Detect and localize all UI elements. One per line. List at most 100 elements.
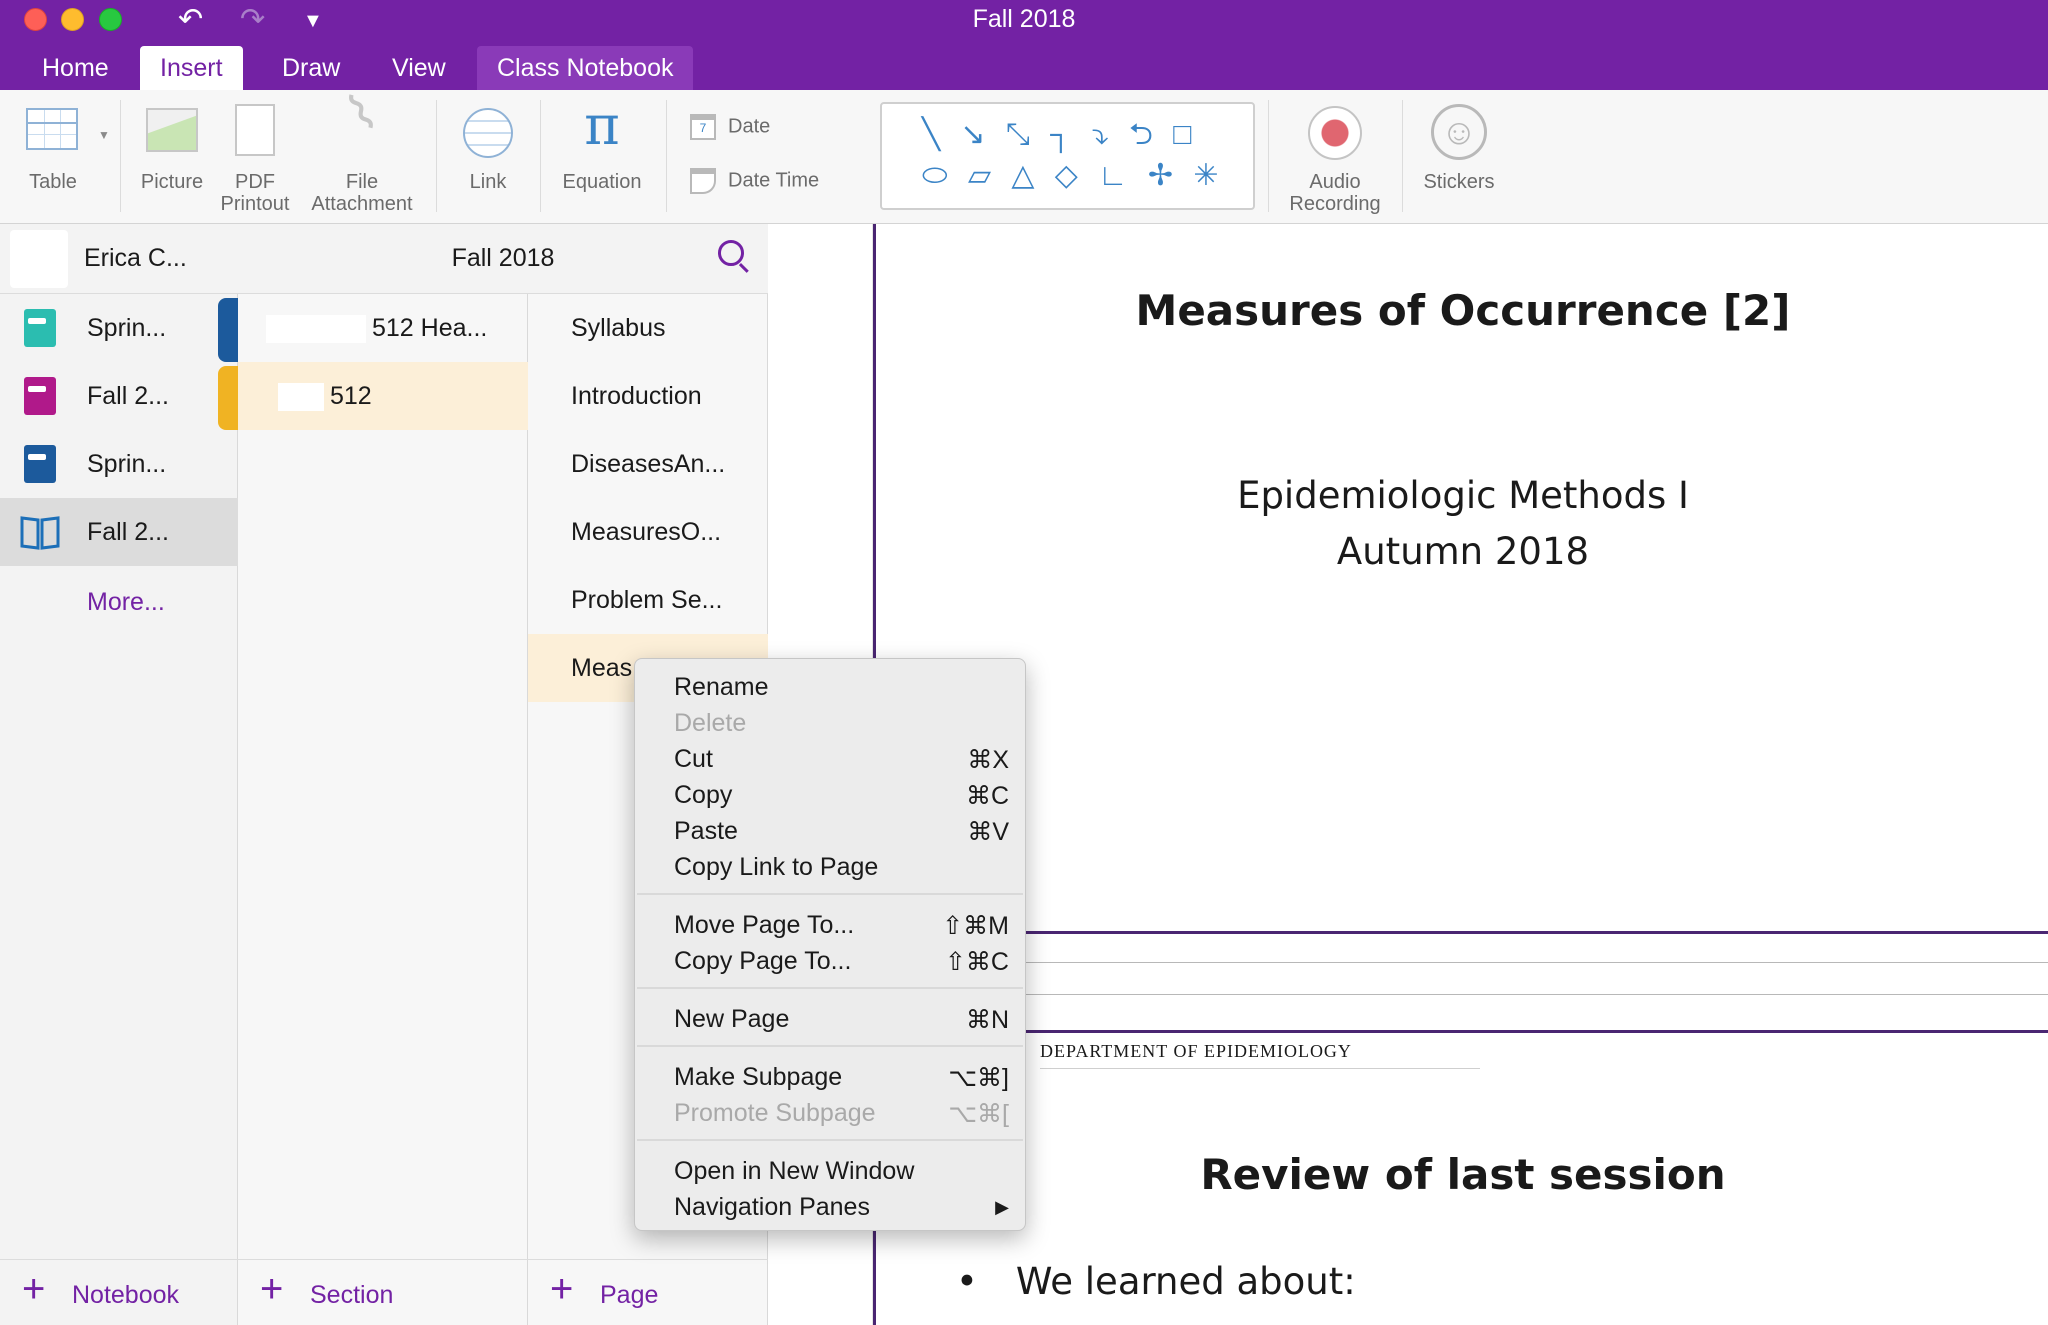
table-icon	[26, 108, 78, 150]
bullet-icon: •	[956, 1260, 978, 1303]
tab-insert[interactable]: Insert	[140, 46, 243, 90]
notebook-item[interactable]: Sprin...	[0, 430, 238, 498]
plus-icon: +	[260, 1267, 284, 1311]
section-label: 512 Hea...	[266, 314, 487, 344]
add-notebook-button[interactable]: + Notebook	[0, 1259, 238, 1325]
insert-date-button[interactable]: 7 Date	[690, 114, 770, 140]
search-icon[interactable]	[718, 240, 744, 266]
insert-picture-button[interactable]: Picture	[132, 90, 212, 224]
department-rule	[1040, 1068, 1480, 1069]
slide-title: Measures of Occurrence [2]	[1135, 286, 1791, 335]
page-label: Syllabus	[571, 314, 666, 342]
menu-item-new-page[interactable]: New Page ⌘N	[635, 1001, 1027, 1037]
title-bar: ↶ ↷ ▼ Fall 2018 Home Insert Draw View Cl…	[0, 0, 2048, 90]
section-item-selected[interactable]: 512	[238, 362, 528, 430]
menu-item-open-new-window[interactable]: Open in New Window	[635, 1153, 1027, 1189]
add-notebook-label: Notebook	[72, 1281, 180, 1309]
page-item[interactable]: Syllabus	[528, 294, 768, 362]
notebook-label: Fall 2...	[87, 518, 169, 546]
more-notebooks-link[interactable]: More...	[87, 588, 165, 617]
bullet-item: • We learned about:	[956, 1260, 1356, 1303]
window-title: Fall 2018	[972, 5, 1076, 33]
menu-separator	[637, 1045, 1023, 1047]
page-item[interactable]: DiseasesAn...	[528, 430, 768, 498]
shapes-row-lines[interactable]: ╲ ↘ ⤡ ┐ ⤵ ⮌ □	[922, 112, 1197, 163]
date-label: Date	[728, 115, 771, 138]
menu-item-delete: Delete	[674, 709, 747, 737]
plus-icon: +	[550, 1267, 574, 1311]
menu-item-make-subpage[interactable]: Make Subpage ⌥⌘]	[635, 1059, 1027, 1095]
menu-item-paste[interactable]: Paste ⌘V	[635, 813, 1027, 849]
equation-label: Equation	[562, 171, 642, 193]
account-switcher[interactable]: Erica C...	[0, 224, 238, 294]
insert-pdf-printout-button[interactable]: PDF Printout	[214, 90, 296, 224]
menu-item-cut[interactable]: Cut ⌘X	[635, 741, 1027, 777]
section-item[interactable]: 512 Hea...	[238, 294, 528, 362]
pdf-icon	[235, 104, 275, 156]
slide-divider	[876, 962, 2048, 963]
stickers-button[interactable]: ☺ Stickers	[1414, 90, 1504, 224]
tab-class-notebook[interactable]: Class Notebook	[477, 46, 694, 90]
notebook-icon	[24, 377, 56, 415]
add-page-label: Page	[600, 1281, 659, 1309]
notebook-icon	[24, 445, 56, 483]
open-notebook-icon	[20, 516, 60, 550]
ribbon-separator	[1402, 100, 1403, 212]
notebook-item[interactable]: Fall 2...	[0, 362, 238, 430]
audio-recording-button[interactable]: Audio Recording	[1280, 90, 1390, 224]
slide-subtitle: Autumn 2018	[1336, 530, 1590, 573]
file-attachment-label: File Attachment	[311, 171, 413, 215]
page-item[interactable]: Introduction	[528, 362, 768, 430]
section-pane: 512 Hea... 512 + Section	[238, 224, 528, 1325]
slide-divider	[876, 994, 2048, 995]
insert-link-button[interactable]: Link	[448, 90, 528, 224]
plus-icon: +	[22, 1267, 46, 1311]
slide-divider	[876, 931, 2048, 934]
menu-item-move-page[interactable]: Move Page To... ⇧⌘M	[635, 907, 1027, 943]
menu-item-copy[interactable]: Copy ⌘C	[635, 777, 1027, 813]
insert-file-attachment-button[interactable]: ⌇ File Attachment	[300, 82, 424, 224]
tab-view[interactable]: View	[372, 46, 466, 90]
notebook-icon	[24, 309, 56, 347]
tab-home[interactable]: Home	[22, 46, 129, 90]
pdf-label: PDF Printout	[220, 171, 290, 215]
add-page-button[interactable]: + Page	[528, 1259, 768, 1325]
bullet-text: We learned about:	[1015, 1260, 1356, 1303]
page-item[interactable]: MeasuresO...	[528, 498, 768, 566]
ribbon: ▼ Table Picture PDF Printout ⌇ File Attach…	[0, 82, 2048, 224]
page-label: DiseasesAn...	[571, 450, 726, 478]
menu-item-rename[interactable]: Rename	[635, 669, 1027, 705]
notebook-label: Sprin...	[87, 314, 167, 342]
picture-icon	[146, 108, 198, 152]
calendar-icon: 7	[690, 114, 716, 140]
tab-draw[interactable]: Draw	[262, 46, 360, 90]
section-label: 512	[278, 382, 372, 412]
shapes-gallery[interactable]: ╲ ↘ ⤡ ┐ ⤵ ⮌ □ ⬭ ▱ △ ◇ ∟ ✢ ✳	[880, 102, 1255, 210]
paperclip-icon: ⌇	[337, 82, 387, 144]
calendar-clock-icon	[690, 168, 716, 194]
slide-divider	[876, 1030, 2048, 1033]
record-icon	[1308, 106, 1362, 160]
insert-table-button[interactable]: ▼ Table	[14, 90, 110, 224]
notebook-header: Fall 2018	[238, 224, 768, 294]
add-section-button[interactable]: + Section	[238, 1259, 528, 1325]
notebook-label: Sprin...	[87, 450, 167, 478]
page-label: Problem Se...	[571, 586, 723, 614]
equation-icon: π	[584, 94, 620, 157]
insert-date-time-button[interactable]: Date Time	[690, 168, 819, 194]
insert-equation-button[interactable]: π Equation	[552, 90, 652, 224]
table-dropdown-icon[interactable]: ▼	[98, 124, 110, 146]
page-item[interactable]: Problem Se...	[528, 566, 768, 634]
shapes-row-basic[interactable]: ⬭ ▱ △ ◇ ∟ ✢ ✳	[922, 158, 1225, 193]
menu-item-navigation-panes[interactable]: Navigation Panes ▶	[635, 1189, 1027, 1225]
menu-item-copy-page[interactable]: Copy Page To... ⇧⌘C	[635, 943, 1027, 979]
picture-label: Picture	[140, 171, 204, 193]
notebook-item[interactable]: Sprin...	[0, 294, 238, 362]
menu-separator	[637, 893, 1023, 895]
notebook-item-selected[interactable]: Fall 2...	[0, 498, 238, 566]
notebook-label: Fall 2...	[87, 382, 169, 410]
avatar[interactable]	[10, 230, 68, 288]
menu-item-copy-link[interactable]: Copy Link to Page	[635, 849, 1027, 885]
page-label: MeasuresO...	[571, 518, 722, 546]
account-name: Erica C...	[84, 244, 187, 272]
